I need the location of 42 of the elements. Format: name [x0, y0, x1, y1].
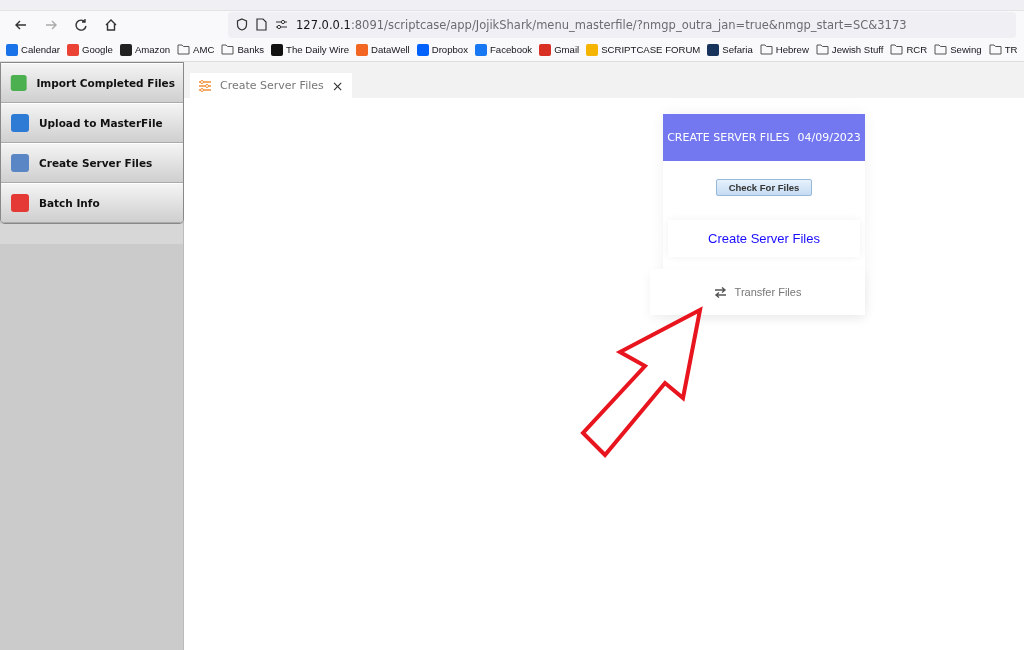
folder-icon: [890, 44, 904, 55]
card-date: 04/09/2023: [797, 131, 861, 144]
folder-icon: [934, 44, 948, 55]
sliders-icon: [198, 79, 212, 92]
bookmark-link[interactable]: Google: [81, 44, 113, 55]
page-icon: [256, 18, 267, 31]
bookmark-link[interactable]: Sewing: [950, 44, 982, 55]
folder-icon: [759, 44, 773, 55]
card-title: CREATE SERVER FILES: [667, 131, 790, 144]
folder-icon: [221, 44, 235, 55]
folder-icon: [815, 44, 829, 55]
bookmark-link[interactable]: RCR: [906, 44, 928, 55]
bookmark-link[interactable]: Jewish Stuff: [831, 44, 884, 55]
address-bar[interactable]: 127.0.0.1:8091/scriptcase/app/JojikShark/menu_masterfile/?nmgp_outra_jan=true&nmgp_start=SC&3173: [228, 11, 1016, 38]
close-button[interactable]: ×: [331, 77, 344, 94]
bookmark-link[interactable]: Calendar: [21, 44, 60, 55]
url-text: 127.0.0.1:8091/scriptcase/app/JojikShark/menu_masterfile/?nmgp_outra_jan=true&nmgp_start=SC&3173: [296, 17, 907, 32]
menu-item[interactable]: Import Completed Files: [1, 63, 183, 103]
shield-icon: [236, 18, 248, 31]
bookmark-link[interactable]: Dropbox: [431, 44, 468, 55]
create-server-files-link[interactable]: Create Server Files: [708, 231, 820, 246]
folder-icon: [177, 44, 191, 55]
bookmark-link[interactable]: Amazon: [134, 44, 171, 55]
sliders-icon: [275, 19, 288, 30]
menu-item[interactable]: Upload to MasterFile: [1, 103, 183, 143]
page-tab[interactable]: Create Server Files ×: [190, 73, 352, 98]
swap-arrows-icon: [713, 286, 727, 298]
bookmark-link[interactable]: DataWell: [371, 44, 410, 55]
bookmark-link[interactable]: SCRIPTCASE FORUM: [601, 44, 701, 55]
menu-item[interactable]: Create Server Files: [1, 143, 183, 183]
bookmark-link[interactable]: The Daily Wire: [286, 44, 349, 55]
bookmark-link[interactable]: TR: [1004, 44, 1018, 55]
menu-item[interactable]: Batch Info: [1, 183, 183, 223]
transfer-files-button[interactable]: Transfer Files: [650, 269, 865, 315]
bookmark-link[interactable]: Gmail: [554, 44, 580, 55]
bookmark-link[interactable]: Sefaria: [722, 44, 753, 55]
bookmark-link[interactable]: Facebook: [490, 44, 533, 55]
bookmark-link[interactable]: AMC: [193, 44, 215, 55]
check-for-files-button[interactable]: Check For Files: [715, 179, 813, 196]
bookmark-link[interactable]: Hebrew: [775, 44, 809, 55]
bookmark-link[interactable]: Banks: [237, 44, 265, 55]
folder-icon: [988, 44, 1002, 55]
